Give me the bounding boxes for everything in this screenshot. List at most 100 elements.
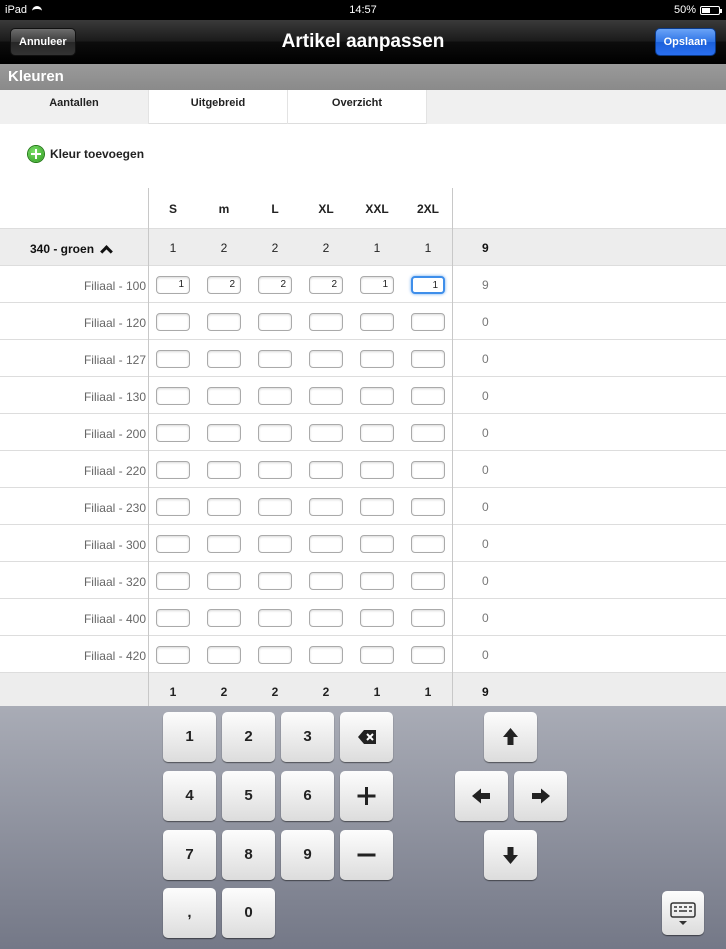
quantity-input[interactable] bbox=[360, 387, 394, 405]
row-total: 0 bbox=[482, 426, 489, 440]
save-button[interactable]: Opslaan bbox=[654, 28, 716, 56]
quantity-input[interactable] bbox=[360, 572, 394, 590]
plus-key[interactable] bbox=[340, 771, 393, 821]
quantity-input[interactable] bbox=[360, 350, 394, 368]
quantity-input[interactable] bbox=[411, 350, 445, 368]
backspace-key[interactable] bbox=[340, 712, 393, 762]
quantity-input[interactable] bbox=[360, 313, 394, 331]
quantity-input[interactable] bbox=[309, 646, 343, 664]
group-total: 9 bbox=[482, 241, 489, 255]
quantity-input[interactable]: 2 bbox=[309, 276, 343, 294]
quantity-input[interactable] bbox=[258, 313, 292, 331]
quantity-input[interactable] bbox=[258, 646, 292, 664]
quantity-input[interactable] bbox=[207, 387, 241, 405]
quantity-input[interactable] bbox=[309, 424, 343, 442]
quantity-input[interactable]: 1 bbox=[411, 276, 445, 294]
arrow-down-key[interactable] bbox=[484, 830, 537, 880]
quantity-input[interactable] bbox=[156, 646, 190, 664]
quantity-input[interactable] bbox=[309, 498, 343, 516]
digit-key[interactable]: 0 bbox=[222, 888, 275, 938]
arrow-up-key[interactable] bbox=[484, 712, 537, 762]
digit-key[interactable]: 6 bbox=[281, 771, 334, 821]
quantity-input[interactable] bbox=[156, 609, 190, 627]
quantity-input[interactable] bbox=[258, 498, 292, 516]
hide-keyboard-key[interactable] bbox=[662, 891, 704, 935]
quantity-input[interactable] bbox=[156, 535, 190, 553]
quantity-input[interactable] bbox=[360, 646, 394, 664]
quantity-input[interactable] bbox=[360, 498, 394, 516]
quantity-input[interactable] bbox=[360, 609, 394, 627]
quantity-input[interactable] bbox=[411, 498, 445, 516]
digit-key[interactable]: 4 bbox=[163, 771, 216, 821]
quantity-input[interactable] bbox=[207, 535, 241, 553]
quantity-input[interactable] bbox=[309, 535, 343, 553]
quantity-input[interactable] bbox=[411, 461, 445, 479]
quantity-input[interactable] bbox=[360, 424, 394, 442]
quantity-input[interactable] bbox=[258, 572, 292, 590]
quantity-input[interactable] bbox=[411, 387, 445, 405]
digit-key[interactable]: 2 bbox=[222, 712, 275, 762]
tab-uitgebreid[interactable]: Uitgebreid bbox=[149, 90, 287, 124]
digit-key[interactable]: 7 bbox=[163, 830, 216, 880]
quantity-input[interactable] bbox=[360, 461, 394, 479]
quantity-input[interactable] bbox=[207, 498, 241, 516]
digit-key[interactable]: 5 bbox=[222, 771, 275, 821]
quantity-input[interactable] bbox=[258, 387, 292, 405]
branch-label: Filiaal - 300 bbox=[83, 538, 146, 552]
quantity-input[interactable] bbox=[309, 461, 343, 479]
quantity-input[interactable] bbox=[207, 313, 241, 331]
quantity-input[interactable]: 2 bbox=[207, 276, 241, 294]
quantity-input[interactable] bbox=[258, 350, 292, 368]
quantity-input[interactable]: 2 bbox=[258, 276, 292, 294]
arrow-left-key[interactable] bbox=[455, 771, 508, 821]
quantity-input[interactable] bbox=[309, 572, 343, 590]
add-color-button[interactable]: Kleur toevoegen bbox=[28, 146, 144, 162]
quantity-input[interactable] bbox=[411, 424, 445, 442]
quantity-input[interactable] bbox=[207, 646, 241, 664]
quantity-input[interactable] bbox=[156, 313, 190, 331]
digit-key[interactable]: 8 bbox=[222, 830, 275, 880]
quantity-input[interactable] bbox=[156, 350, 190, 368]
row-total: 0 bbox=[482, 611, 489, 625]
quantity-input[interactable] bbox=[411, 572, 445, 590]
digit-key[interactable]: 9 bbox=[281, 830, 334, 880]
quantity-input[interactable] bbox=[156, 424, 190, 442]
quantity-input[interactable] bbox=[258, 609, 292, 627]
quantity-input[interactable] bbox=[411, 609, 445, 627]
quantity-input[interactable] bbox=[411, 313, 445, 331]
quantity-input[interactable] bbox=[156, 498, 190, 516]
color-group-row[interactable]: 340 - groen 1 2 2 2 1 1 9 bbox=[0, 229, 726, 266]
quantity-input[interactable]: 1 bbox=[156, 276, 190, 294]
chevron-up-icon[interactable] bbox=[100, 245, 113, 258]
digit-key[interactable]: 3 bbox=[281, 712, 334, 762]
minus-key[interactable] bbox=[340, 830, 393, 880]
quantity-input[interactable] bbox=[411, 535, 445, 553]
quantity-input[interactable] bbox=[309, 350, 343, 368]
table-row: Filiaal - 420 0 bbox=[0, 636, 726, 673]
digit-key[interactable]: , bbox=[163, 888, 216, 938]
quantity-input[interactable] bbox=[156, 572, 190, 590]
quantity-input[interactable] bbox=[156, 387, 190, 405]
arrow-right-key[interactable] bbox=[514, 771, 567, 821]
quantity-input[interactable] bbox=[207, 609, 241, 627]
digit-key[interactable]: 1 bbox=[163, 712, 216, 762]
tab-overzicht[interactable]: Overzicht bbox=[288, 90, 426, 124]
quantity-input[interactable] bbox=[309, 387, 343, 405]
quantity-input[interactable] bbox=[258, 535, 292, 553]
quantity-input[interactable] bbox=[207, 350, 241, 368]
tab-aantallen[interactable]: Aantallen bbox=[0, 90, 148, 124]
quantity-input[interactable]: 1 bbox=[360, 276, 394, 294]
quantity-input[interactable] bbox=[207, 461, 241, 479]
quantity-input[interactable] bbox=[360, 535, 394, 553]
battery-fill bbox=[702, 7, 710, 13]
quantity-input[interactable] bbox=[309, 313, 343, 331]
row-total: 0 bbox=[482, 537, 489, 551]
quantity-input[interactable] bbox=[258, 424, 292, 442]
quantity-input[interactable] bbox=[207, 572, 241, 590]
quantity-input[interactable] bbox=[309, 609, 343, 627]
quantity-input[interactable] bbox=[411, 646, 445, 664]
quantity-input[interactable] bbox=[258, 461, 292, 479]
quantity-input[interactable] bbox=[207, 424, 241, 442]
group-size-value: 1 bbox=[169, 241, 177, 255]
quantity-input[interactable] bbox=[156, 461, 190, 479]
